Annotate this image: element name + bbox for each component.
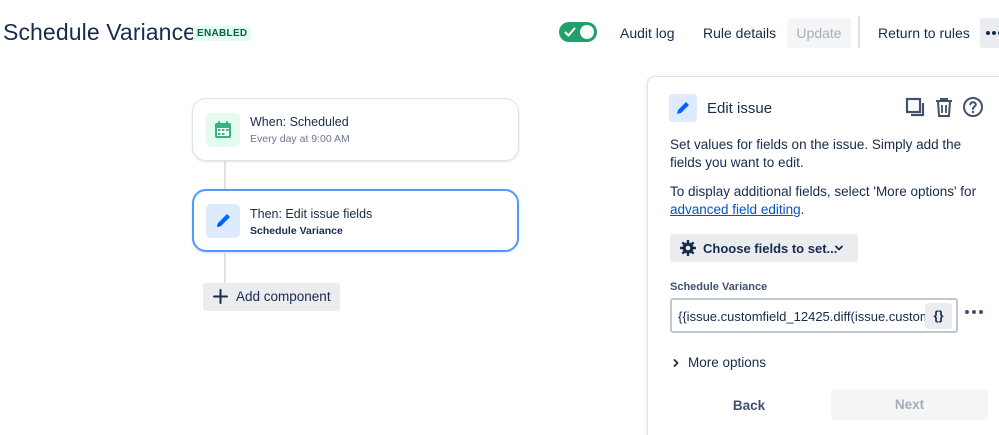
gear-icon bbox=[680, 240, 696, 256]
add-component-label: Add component bbox=[236, 289, 331, 304]
toggle-knob bbox=[580, 25, 594, 39]
advanced-field-editing-link[interactable]: advanced field editing bbox=[670, 202, 801, 217]
choose-fields-label: Choose fields to set... bbox=[703, 241, 838, 256]
more-options-label: More options bbox=[688, 355, 767, 370]
panel-more-text: To display additional fields, select 'Mo… bbox=[670, 183, 990, 219]
schedule-variance-label: Schedule Variance bbox=[670, 281, 768, 293]
trigger-node[interactable]: When: Scheduled Every day at 9:00 AM bbox=[192, 98, 519, 161]
help-icon[interactable] bbox=[962, 96, 984, 118]
status-badge: ENABLED bbox=[193, 26, 252, 41]
check-icon bbox=[564, 27, 576, 37]
choose-fields-button[interactable]: Choose fields to set... bbox=[670, 234, 858, 262]
panel-description: Set values for fields on the issue. Simp… bbox=[670, 137, 962, 170]
panel-title: Edit issue bbox=[707, 100, 773, 117]
more-text-prefix: To display additional fields, select 'Mo… bbox=[670, 184, 977, 199]
action-node[interactable]: Then: Edit issue fields Schedule Varianc… bbox=[192, 189, 519, 252]
more-horizontal-icon[interactable] bbox=[980, 18, 999, 48]
plus-icon bbox=[213, 289, 228, 304]
duplicate-icon[interactable] bbox=[904, 96, 926, 118]
more-horizontal-icon[interactable] bbox=[965, 308, 985, 318]
rule-details-button[interactable]: Rule details bbox=[695, 18, 784, 48]
trigger-subtitle: Every day at 9:00 AM bbox=[250, 133, 350, 145]
action-subtitle: Schedule Variance bbox=[250, 225, 343, 237]
pencil-icon bbox=[206, 204, 240, 238]
back-button[interactable]: Back bbox=[708, 391, 790, 421]
update-button[interactable]: Update bbox=[787, 18, 851, 48]
rule-enabled-toggle[interactable] bbox=[559, 22, 597, 42]
header-divider bbox=[858, 16, 860, 48]
trash-icon[interactable] bbox=[933, 96, 955, 118]
flow-connector bbox=[224, 160, 226, 190]
chevron-down-icon bbox=[835, 245, 843, 251]
add-component-button[interactable]: Add component bbox=[203, 283, 340, 311]
flow-connector bbox=[224, 253, 226, 283]
edit-issue-panel: Edit issue Set values for fields on the … bbox=[647, 76, 999, 435]
trigger-title: When: Scheduled bbox=[250, 115, 349, 129]
field-value[interactable]: {{issue.customfield_12425.diff(issue.cus… bbox=[678, 309, 928, 324]
next-button[interactable]: Next bbox=[831, 390, 988, 420]
page-title: Schedule Variance bbox=[3, 19, 197, 45]
return-to-rules-button[interactable]: Return to rules bbox=[870, 18, 978, 48]
audit-log-button[interactable]: Audit log bbox=[612, 18, 682, 48]
chevron-right-icon bbox=[673, 359, 679, 367]
more-options-toggle[interactable]: More options bbox=[672, 355, 766, 370]
calendar-icon bbox=[206, 113, 240, 147]
smart-value-button[interactable]: {} bbox=[925, 303, 952, 329]
more-text-suffix: . bbox=[800, 202, 805, 217]
action-title: Then: Edit issue fields bbox=[250, 207, 373, 221]
schedule-variance-field[interactable]: {{issue.customfield_12425.diff(issue.cus… bbox=[670, 298, 958, 333]
pencil-icon bbox=[669, 94, 697, 122]
